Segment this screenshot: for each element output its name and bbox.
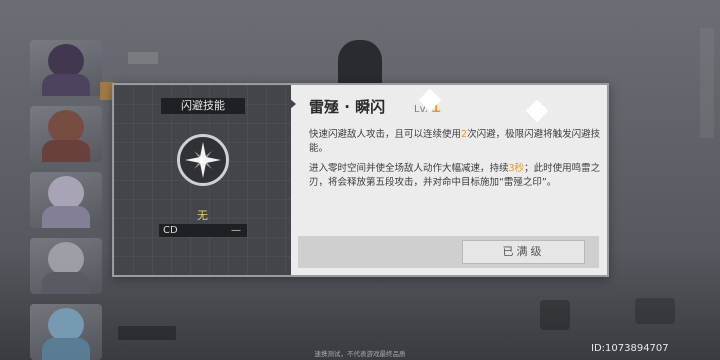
skill-category-label: 闪避技能 [161,98,245,114]
roster-portrait[interactable] [30,238,102,294]
cooldown-label: CD [163,225,178,236]
highlight-duration: 3秒 [508,163,525,174]
skill-description-paragraph-1: 快速闪避敌人攻击，且可以连续使用2次闪避，极限闪避将触发闪避技能。 [309,129,601,154]
skill-state-text: 无 [197,209,208,222]
background-icon [635,298,675,324]
skill-info-panel: 雷殛 · 瞬闪 Lv. 1 快速闪避敌人攻击，且可以连续使用2次闪避，极限闪避将触… [291,85,607,275]
lightning-star-icon [177,134,229,186]
roster-portrait[interactable] [30,172,102,228]
cooldown-value: — [231,225,241,236]
roster-portrait[interactable] [30,106,102,162]
skill-detail-dialog: 闪避技能 无 CD — 雷殛 · 瞬闪 Lv. 1 快速闪避敌人攻击，且可以连续使… [112,83,609,277]
skill-name: 雷殛 · 瞬闪 [309,98,386,116]
skill-description-paragraph-2: 进入零时空间并使全场敌人动作大幅减速，持续3秒；此时使用鸣雷之刃，将会释放第五段… [309,163,601,188]
skill-icon-panel: 闪避技能 无 CD — [114,85,291,275]
roster-portrait[interactable] [30,40,102,96]
user-id-label: ID:1073894707 [591,343,669,354]
background-side-bar [700,28,714,138]
cooldown-box: CD — [159,224,247,237]
background-button [118,326,176,340]
diamond-decoration-icon [525,99,549,123]
max-level-button[interactable]: 已满级 [462,240,585,264]
background-icon [540,300,570,330]
background-tag [128,52,158,64]
